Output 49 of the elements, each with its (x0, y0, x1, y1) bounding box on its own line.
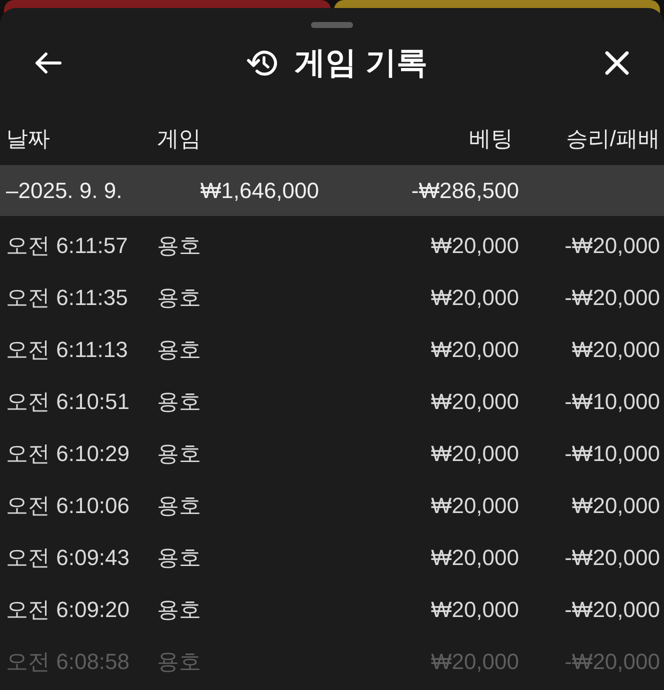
history-icon (246, 49, 277, 77)
result-cell: -₩20,000 (564, 285, 660, 311)
time-cell-text: 오전 6:09:43 (6, 544, 131, 572)
column-header: 게임 (157, 124, 202, 152)
sheet-title: 게임 기록 (294, 44, 428, 82)
time-cell-text: 오전 6:09:20 (6, 596, 131, 624)
result-cell: -₩20,000 (564, 597, 660, 623)
result-cell: -₩20,000 (564, 233, 660, 259)
game-cell-text: 용호 (157, 284, 202, 312)
time-cell-text: 오전 6:08:58 (6, 648, 131, 676)
total-result-amount: -₩286,500 (411, 178, 519, 204)
total-bet-amount: ₩1,646,000 (200, 178, 319, 204)
column-header: 베팅 (469, 124, 513, 152)
result-cell: -₩10,000 (564, 389, 660, 415)
game-cell-text: 용호 (157, 232, 202, 260)
drag-handle[interactable] (311, 22, 353, 28)
result-cell: ₩20,000 (572, 337, 660, 363)
result-cell: -₩10,000 (564, 441, 660, 467)
bet-cell: ₩20,000 (430, 545, 519, 571)
bet-cell: ₩20,000 (430, 337, 519, 363)
game-cell-text: 용호 (157, 648, 202, 676)
date-group-label: –2025. 9. 9. (6, 178, 124, 204)
bet-cell: ₩20,000 (430, 493, 519, 519)
game-cell-text: 용호 (157, 596, 202, 624)
bet-cell: ₩20,000 (430, 441, 519, 467)
back-arrow-icon[interactable] (34, 52, 62, 74)
game-cell-text: 용호 (157, 440, 202, 468)
game-cell-text: 용호 (157, 492, 202, 520)
bet-cell: ₩20,000 (430, 233, 519, 259)
game-cell-text: 용호 (157, 336, 202, 364)
time-cell-text: 오전 6:10:51 (6, 388, 131, 416)
result-cell: ₩20,000 (572, 493, 660, 519)
game-cell-text: 용호 (157, 388, 202, 416)
column-header: 승리/패배 (566, 124, 660, 152)
close-icon[interactable] (604, 50, 630, 76)
time-cell-text: 오전 6:11:13 (6, 336, 129, 364)
column-header: 날짜 (6, 124, 51, 152)
time-cell-text: 오전 6:10:29 (6, 440, 131, 468)
game-cell-text: 용호 (157, 544, 202, 572)
result-cell: -₩20,000 (564, 649, 660, 675)
time-cell-text: 오전 6:11:35 (6, 284, 129, 312)
result-cell: -₩20,000 (564, 545, 660, 571)
bet-cell: ₩20,000 (430, 285, 519, 311)
time-cell-text: 오전 6:10:06 (6, 492, 131, 520)
bet-cell: ₩20,000 (430, 597, 519, 623)
time-cell-text: 오전 6:11:57 (6, 232, 129, 260)
bet-cell: ₩20,000 (430, 389, 519, 415)
bet-cell: ₩20,000 (430, 649, 519, 675)
date-summary-row[interactable]: –2025. 9. 9. ₩1,646,000 -₩286,500 (0, 165, 664, 216)
